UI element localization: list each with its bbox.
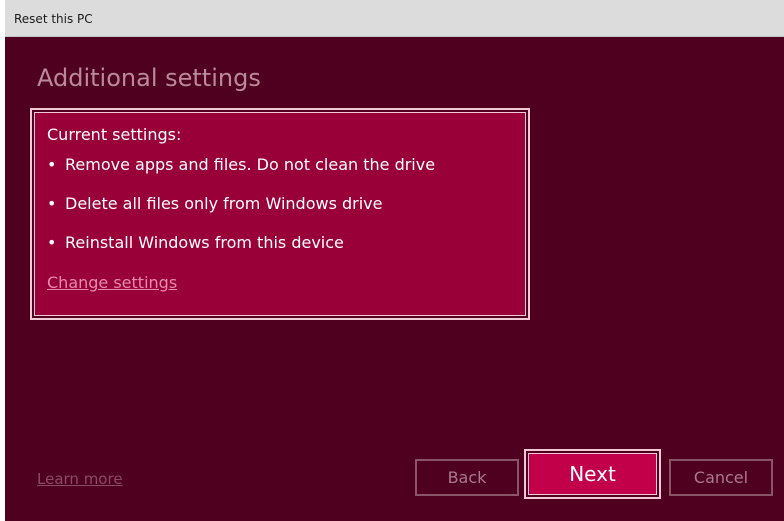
learn-more-link[interactable]: Learn more	[37, 470, 123, 488]
back-button[interactable]: Back	[415, 459, 519, 496]
window-title: Reset this PC	[14, 12, 93, 26]
next-button-focus-ring: Next	[524, 449, 661, 499]
current-settings-panel: Current settings: • Remove apps and file…	[30, 108, 530, 320]
reset-pc-window: Reset this PC Additional settings Curren…	[5, 0, 784, 521]
settings-list-item-text: Reinstall Windows from this device	[65, 233, 344, 252]
bullet-glyph: •	[47, 155, 57, 174]
settings-list-item: • Remove apps and files. Do not clean th…	[47, 155, 435, 194]
bullet-glyph: •	[47, 194, 57, 213]
cancel-button[interactable]: Cancel	[669, 459, 773, 496]
settings-list-item: • Reinstall Windows from this device	[47, 233, 435, 272]
settings-list-item: • Delete all files only from Windows dri…	[47, 194, 435, 233]
page-title: Additional settings	[37, 64, 261, 92]
next-button[interactable]: Next	[528, 453, 657, 495]
current-settings-label: Current settings:	[47, 125, 182, 144]
change-settings-link[interactable]: Change settings	[47, 273, 177, 292]
current-settings-panel-inner: Current settings: • Remove apps and file…	[34, 112, 526, 316]
settings-list-item-text: Remove apps and files. Do not clean the …	[65, 155, 436, 174]
title-bar: Reset this PC	[5, 0, 784, 37]
settings-list-item-text: Delete all files only from Windows drive	[65, 194, 383, 213]
settings-list: • Remove apps and files. Do not clean th…	[47, 155, 435, 272]
bullet-glyph: •	[47, 233, 57, 252]
